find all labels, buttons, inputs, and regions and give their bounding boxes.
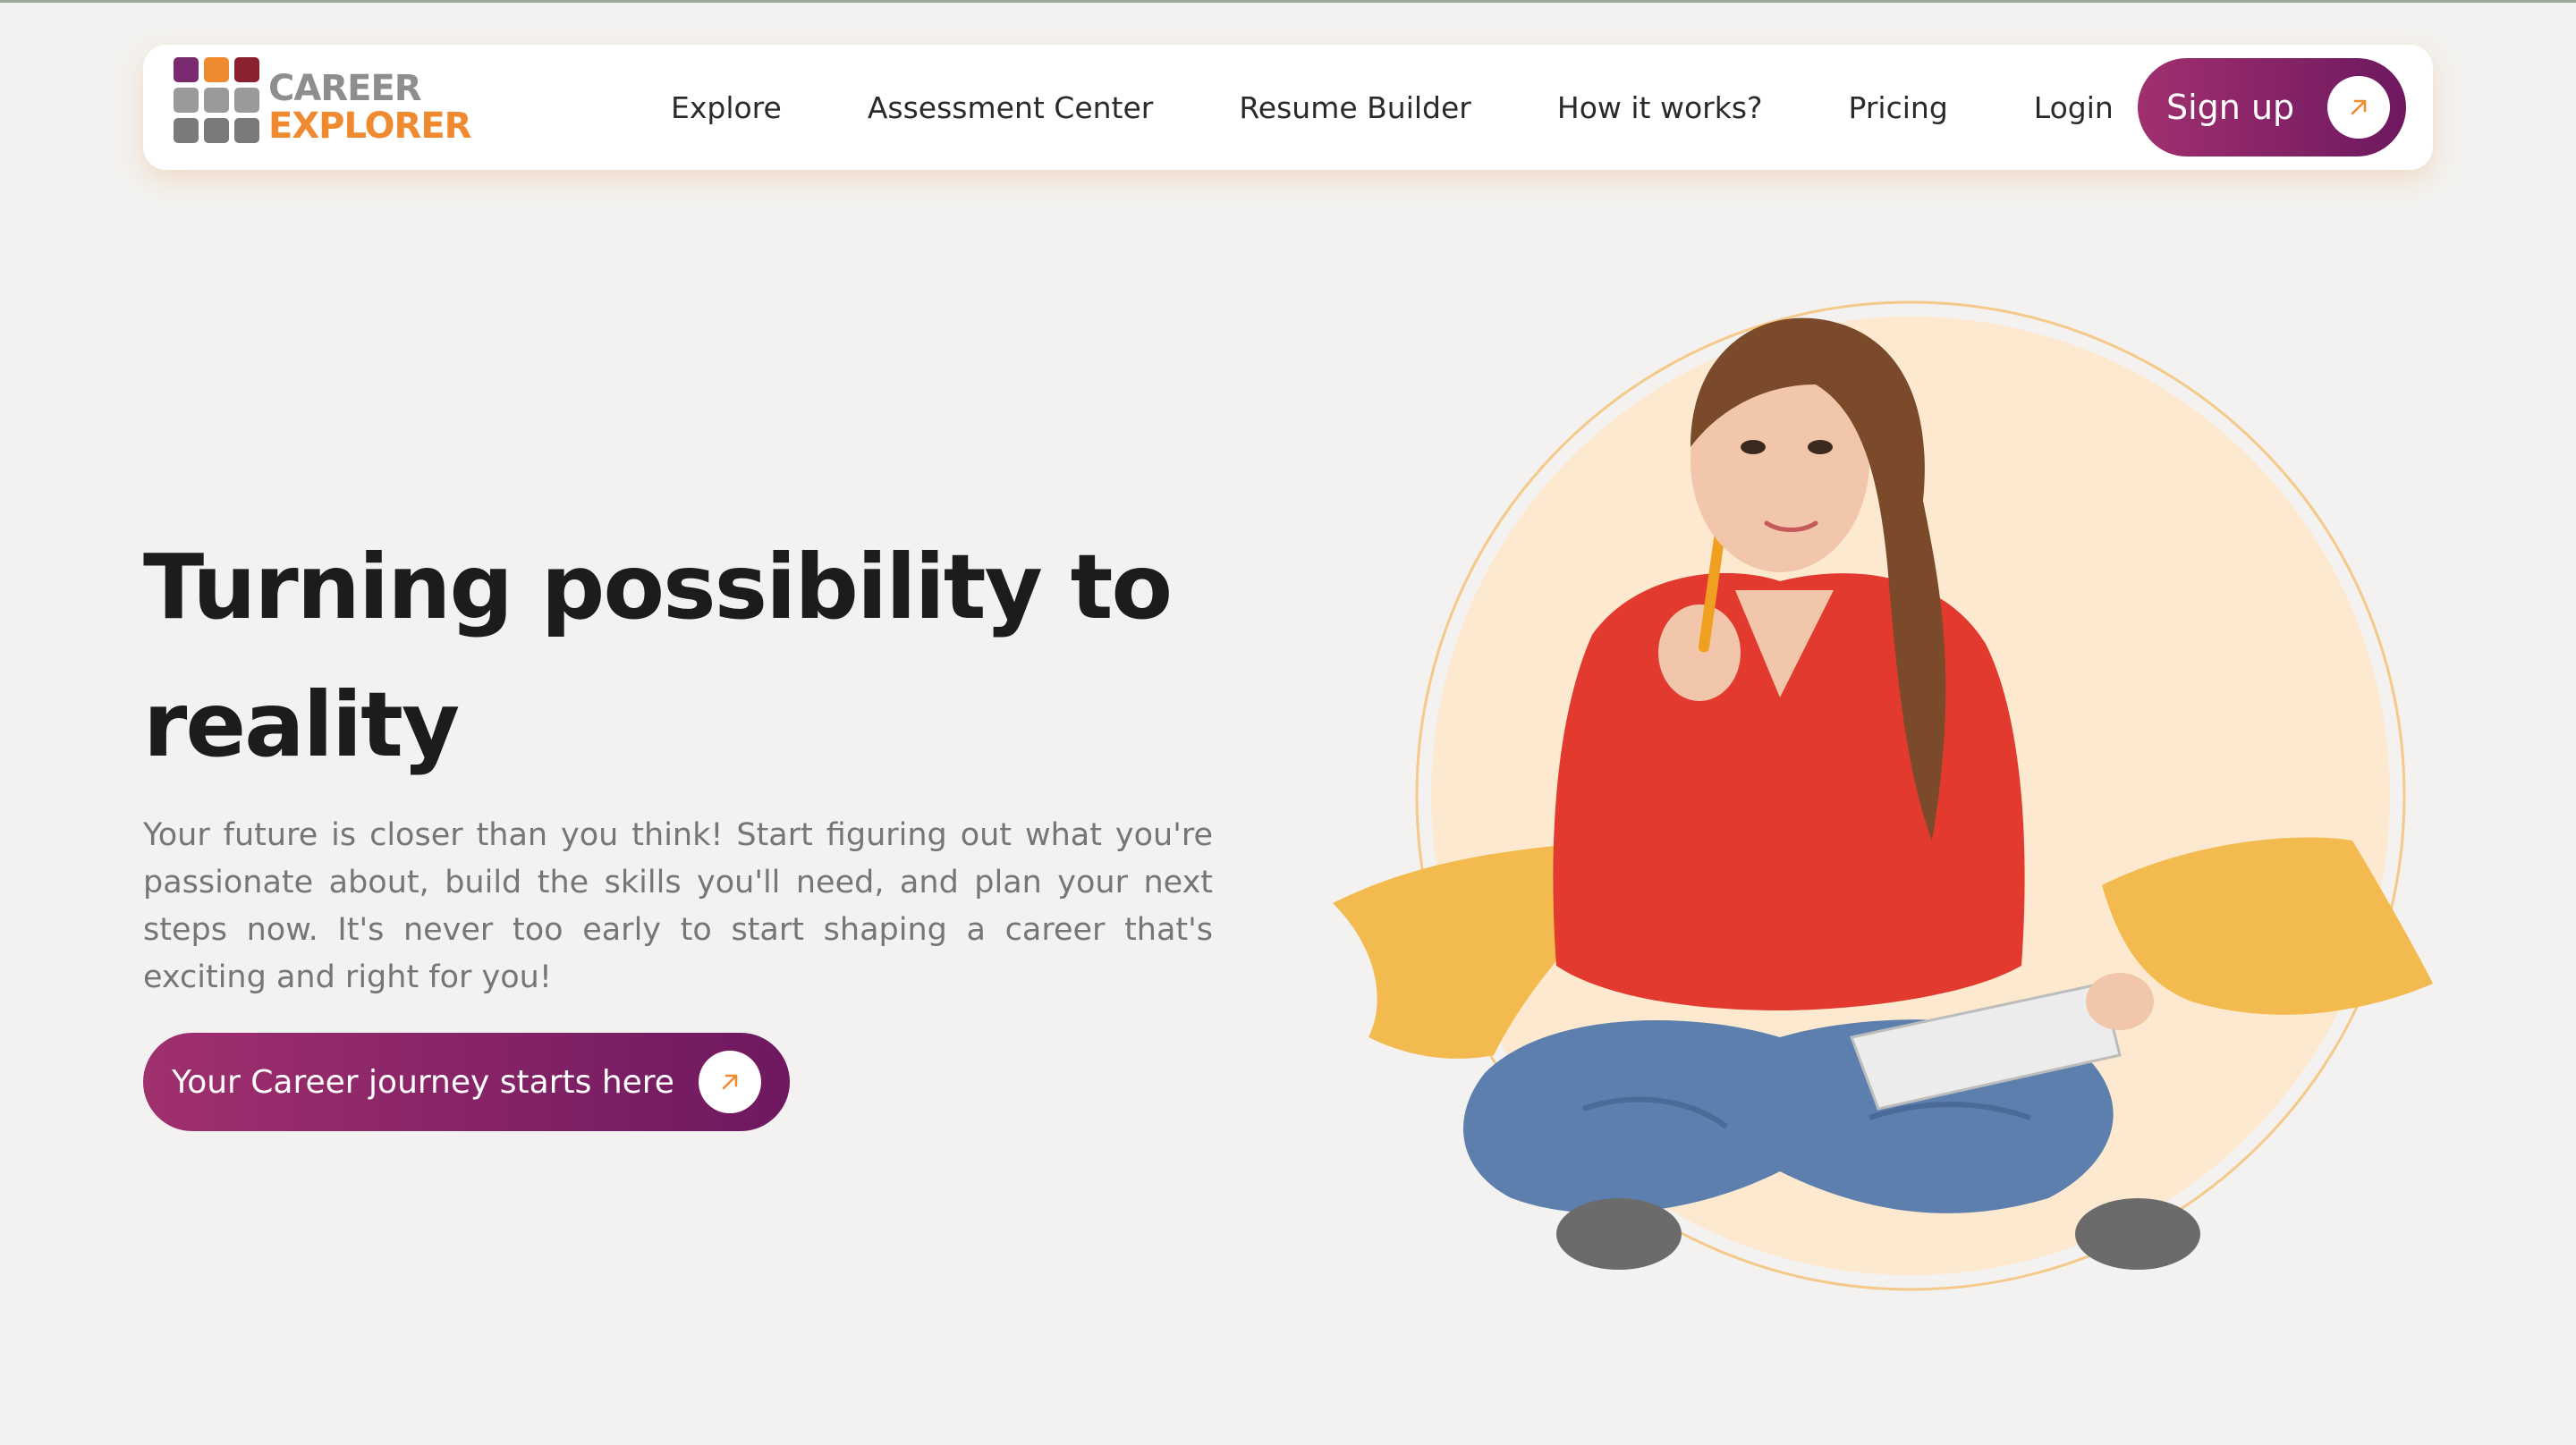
- navbar: CAREER EXPLORER Explore Assessment Cente…: [143, 45, 2433, 170]
- logo-text: CAREER EXPLORER: [268, 68, 471, 147]
- signup-label: Sign up: [2166, 88, 2295, 127]
- arrow-up-right-icon: [699, 1051, 761, 1113]
- hero-illustration: [1333, 300, 2433, 1291]
- top-border: [0, 0, 2576, 3]
- cta-label: Your Career journey starts here: [172, 1063, 674, 1101]
- logo[interactable]: CAREER EXPLORER: [170, 54, 471, 161]
- nav-link-resume-builder[interactable]: Resume Builder: [1239, 90, 1471, 125]
- nav-link-how-it-works[interactable]: How it works?: [1557, 90, 1763, 125]
- hero-description: Your future is closer than you think! St…: [143, 817, 1213, 995]
- nav-link-assessment-center[interactable]: Assessment Center: [868, 90, 1154, 125]
- career-journey-button[interactable]: Your Career journey starts here: [143, 1033, 790, 1131]
- arrow-up-right-icon: [2327, 76, 2390, 139]
- signup-button[interactable]: Sign up: [2138, 58, 2406, 156]
- nav-link-pricing[interactable]: Pricing: [1849, 90, 1948, 125]
- nav-link-explore[interactable]: Explore: [671, 90, 782, 125]
- nav-links: Explore Assessment Center Resume Builder…: [671, 45, 2114, 170]
- nav-link-login[interactable]: Login: [2034, 90, 2114, 125]
- logo-grid-icon: [170, 54, 265, 148]
- logo-line-2: EXPLORER: [268, 106, 471, 147]
- logo-line-1: CAREER: [268, 68, 422, 109]
- hero-headline: Turning possibility to reality: [143, 535, 1173, 777]
